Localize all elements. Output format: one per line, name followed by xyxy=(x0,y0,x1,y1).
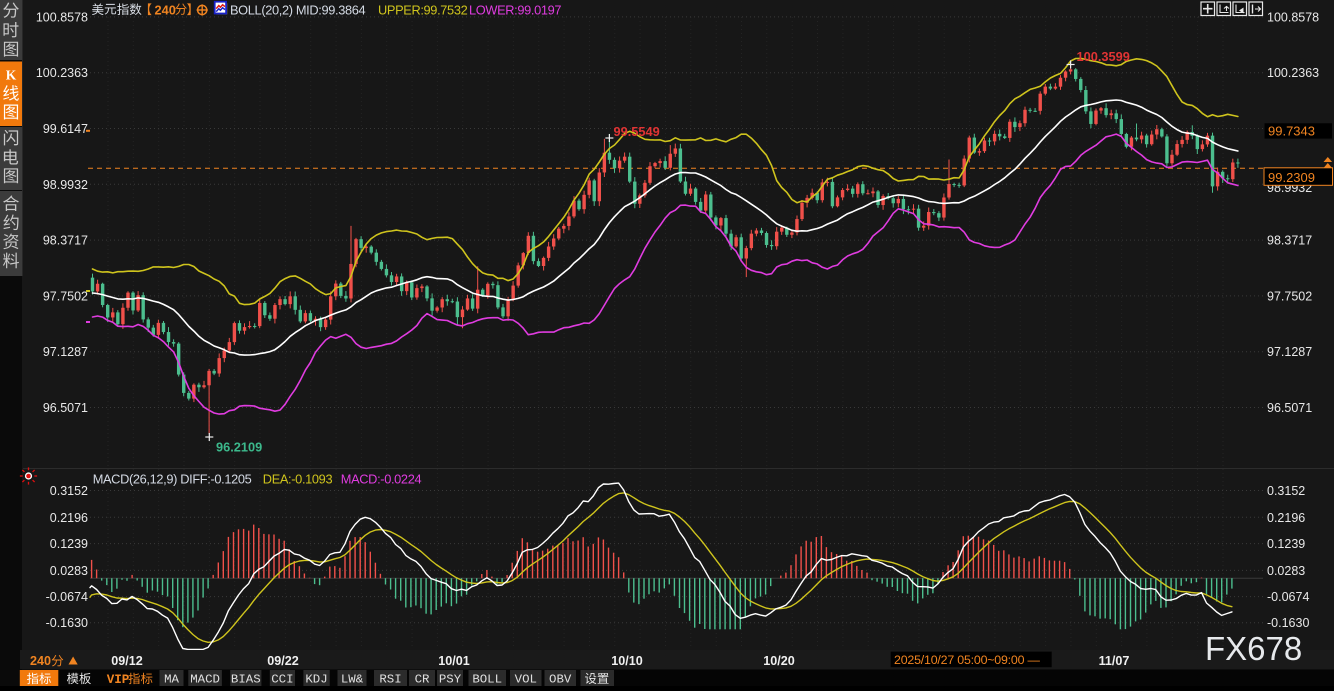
svg-text:97.7502: 97.7502 xyxy=(1267,289,1312,303)
svg-text:0.2196: 0.2196 xyxy=(50,511,88,525)
svg-text:MACD: MACD xyxy=(190,673,220,686)
svg-text:10/01: 10/01 xyxy=(438,654,470,668)
svg-text:FX678: FX678 xyxy=(1205,630,1302,667)
svg-text:PSY: PSY xyxy=(439,673,462,686)
svg-text:0.3152: 0.3152 xyxy=(1267,484,1305,498)
svg-text:BIAS: BIAS xyxy=(231,673,261,686)
svg-text:96.5071: 96.5071 xyxy=(43,401,88,415)
svg-text:98.3717: 98.3717 xyxy=(43,234,88,248)
svg-text:DEA:-0.1093: DEA:-0.1093 xyxy=(263,471,333,486)
svg-text:99.5549: 99.5549 xyxy=(614,124,660,139)
svg-text:OBV: OBV xyxy=(549,673,572,686)
svg-text:0.0283: 0.0283 xyxy=(50,564,88,578)
svg-text:K: K xyxy=(6,68,17,83)
svg-text:100.2363: 100.2363 xyxy=(1267,66,1319,80)
svg-text:97.1287: 97.1287 xyxy=(43,345,88,359)
svg-text:VOL: VOL xyxy=(515,673,537,686)
svg-text:96.5071: 96.5071 xyxy=(1267,401,1312,415)
svg-text:RSI: RSI xyxy=(379,673,401,686)
svg-text:100.8578: 100.8578 xyxy=(36,10,88,24)
svg-text:MACD(26,12,9) DIFF:-0.1205: MACD(26,12,9) DIFF:-0.1205 xyxy=(93,471,252,486)
svg-text:BOLL(20,2) MID:99.3864: BOLL(20,2) MID:99.3864 xyxy=(230,2,366,17)
svg-text:97.1287: 97.1287 xyxy=(1267,345,1312,359)
svg-text:240: 240 xyxy=(30,654,51,668)
svg-text:100.3599: 100.3599 xyxy=(1077,49,1130,64)
svg-text:BOLL: BOLL xyxy=(472,673,502,686)
svg-text:LW&: LW& xyxy=(341,673,364,686)
svg-text:09/12: 09/12 xyxy=(111,654,143,668)
svg-text:UPPER:99.7532: UPPER:99.7532 xyxy=(378,2,468,17)
svg-text:KDJ: KDJ xyxy=(305,673,327,686)
svg-text:CR: CR xyxy=(415,673,430,686)
svg-text:2025/10/27 05:00~09:00 —: 2025/10/27 05:00~09:00 — xyxy=(894,653,1041,667)
svg-text:MA: MA xyxy=(164,673,179,686)
svg-text:99.7343: 99.7343 xyxy=(1268,124,1315,139)
svg-text:0.0283: 0.0283 xyxy=(1267,564,1305,578)
svg-text:MACD:-0.0224: MACD:-0.0224 xyxy=(341,471,422,486)
svg-text:96.2109: 96.2109 xyxy=(216,440,262,455)
svg-text:-0.0674: -0.0674 xyxy=(1267,590,1309,604)
svg-text:97.7502: 97.7502 xyxy=(43,289,88,303)
svg-text:100.2363: 100.2363 xyxy=(36,66,88,80)
svg-text:11/07: 11/07 xyxy=(1099,654,1130,668)
svg-text:0.2196: 0.2196 xyxy=(1267,511,1305,525)
svg-text:98.3717: 98.3717 xyxy=(1267,234,1312,248)
svg-text:-0.0674: -0.0674 xyxy=(46,590,88,604)
svg-text:-0.1630: -0.1630 xyxy=(1267,616,1309,630)
svg-text:99.2309: 99.2309 xyxy=(1268,170,1315,185)
svg-text:CCI: CCI xyxy=(271,673,293,686)
svg-text:VIP: VIP xyxy=(107,673,130,686)
svg-text:10/20: 10/20 xyxy=(763,654,795,668)
svg-text:09/22: 09/22 xyxy=(267,654,299,668)
svg-text:240: 240 xyxy=(155,2,176,17)
svg-text:0.3152: 0.3152 xyxy=(50,484,88,498)
svg-text:-0.1630: -0.1630 xyxy=(46,616,88,630)
svg-text:100.8578: 100.8578 xyxy=(1267,10,1319,24)
svg-text:99.6147: 99.6147 xyxy=(43,122,88,136)
svg-text:LOWER:99.0197: LOWER:99.0197 xyxy=(469,2,561,17)
svg-text:10/10: 10/10 xyxy=(611,654,643,668)
svg-text:0.1239: 0.1239 xyxy=(50,537,88,551)
svg-text:0.1239: 0.1239 xyxy=(1267,537,1305,551)
svg-text:98.9932: 98.9932 xyxy=(43,178,88,192)
